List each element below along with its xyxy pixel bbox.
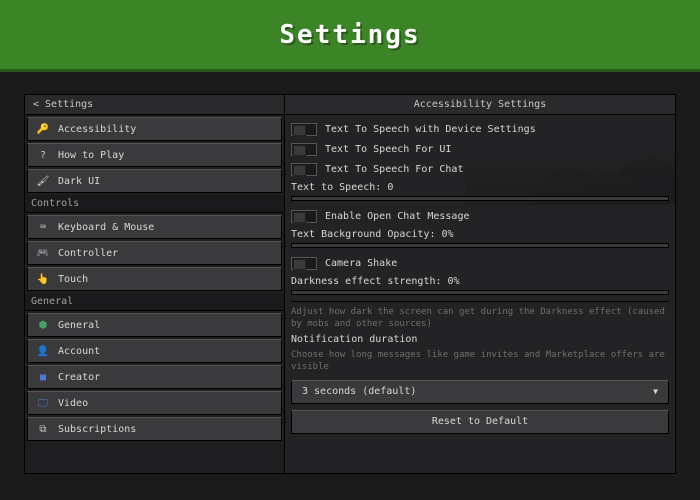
sidebar-item-label: Keyboard & Mouse bbox=[58, 222, 154, 233]
sidebar-item-touch[interactable]: 👆 Touch bbox=[27, 267, 282, 291]
darkness-slider[interactable] bbox=[291, 290, 669, 295]
panel-title: Accessibility Settings bbox=[285, 95, 675, 114]
sidebar-item-label: Creator bbox=[58, 372, 100, 383]
toggle-tts-chat[interactable] bbox=[291, 163, 317, 176]
settings-panel: < Settings Accessibility Settings 🔑 Acces… bbox=[24, 94, 676, 474]
app-header: Settings bbox=[0, 0, 700, 72]
sidebar-item-label: Touch bbox=[58, 274, 88, 285]
chevron-down-icon: ▼ bbox=[653, 387, 658, 396]
page-title: Settings bbox=[279, 20, 420, 50]
sidebar-item-label: Dark UI bbox=[58, 176, 100, 187]
sidebar-item-video[interactable]: 🖵 Video bbox=[27, 391, 282, 415]
notification-help-text: Choose how long messages like game invit… bbox=[291, 349, 669, 373]
account-icon: 👤 bbox=[36, 346, 50, 357]
sidebar-section-controls: Controls bbox=[25, 195, 284, 213]
darkness-help-text: Adjust how dark the screen can get durin… bbox=[291, 306, 669, 330]
sidebar-item-label: Controller bbox=[58, 248, 118, 259]
bg-opacity-label: Text Background Opacity: 0% bbox=[291, 229, 669, 240]
subs-icon: ⧉ bbox=[36, 424, 50, 435]
sidebar-section-general: General bbox=[25, 293, 284, 311]
toggle-tts-device[interactable] bbox=[291, 123, 317, 136]
settings-icon: ⬢ bbox=[36, 320, 50, 331]
reset-to-default-button[interactable]: Reset to Default bbox=[291, 410, 669, 434]
toggle-open-chat[interactable] bbox=[291, 210, 317, 223]
sidebar-item-how-to-play[interactable]: ? How to Play bbox=[27, 143, 282, 167]
touch-icon: 👆 bbox=[36, 274, 50, 285]
tts-speed-slider[interactable] bbox=[291, 196, 669, 201]
sidebar-item-account[interactable]: 👤 Account bbox=[27, 339, 282, 363]
toggle-tts-ui[interactable] bbox=[291, 143, 317, 156]
reset-label: Reset to Default bbox=[432, 416, 528, 427]
help-icon: ? bbox=[36, 150, 50, 161]
sidebar-item-creator[interactable]: ■ Creator bbox=[27, 365, 282, 389]
toggle-camera-shake-label: Camera Shake bbox=[325, 258, 397, 269]
toggle-tts-ui-label: Text To Speech For UI bbox=[325, 144, 451, 155]
divider bbox=[291, 301, 669, 302]
toggle-tts-device-label: Text To Speech with Device Settings bbox=[325, 124, 536, 135]
sidebar-item-label: Video bbox=[58, 398, 88, 409]
keyboard-icon: ⌨ bbox=[36, 222, 50, 233]
sidebar: 🔑 Accessibility? How to Play 🖌 Dark UI Contro… bbox=[25, 115, 285, 473]
sidebar-item-label: Subscriptions bbox=[58, 424, 136, 435]
content-area: Text To Speech with Device Settings Text … bbox=[285, 115, 675, 473]
breadcrumb-label: Settings bbox=[45, 99, 93, 110]
toggle-camera-shake[interactable] bbox=[291, 257, 317, 270]
tts-speed-label: Text to Speech: 0 bbox=[291, 182, 669, 193]
notification-title: Notification duration bbox=[291, 334, 669, 345]
sidebar-item-label: Accessibility bbox=[58, 124, 136, 135]
sidebar-item-dark-ui[interactable]: 🖌 Dark UI bbox=[27, 169, 282, 193]
controller-icon: 🎮 bbox=[36, 248, 50, 259]
back-button[interactable]: < Settings bbox=[25, 95, 285, 114]
dropdown-selected: 3 seconds (default) bbox=[302, 386, 416, 397]
sidebar-item-accessibility[interactable]: 🔑 Accessibility bbox=[27, 117, 282, 141]
sidebar-item-label: How to Play bbox=[58, 150, 124, 161]
creator-icon: ■ bbox=[36, 372, 50, 383]
sidebar-item-label: General bbox=[58, 320, 100, 331]
key-icon: 🔑 bbox=[36, 124, 50, 135]
toggle-open-chat-label: Enable Open Chat Message bbox=[325, 211, 470, 222]
sidebar-item-subscriptions[interactable]: ⧉ Subscriptions bbox=[27, 417, 282, 441]
darkness-label: Darkness effect strength: 0% bbox=[291, 276, 669, 287]
sidebar-item-label: Account bbox=[58, 346, 100, 357]
sidebar-item-general[interactable]: ⬢ General bbox=[27, 313, 282, 337]
sidebar-item-controller[interactable]: 🎮 Controller bbox=[27, 241, 282, 265]
breadcrumb-row: < Settings Accessibility Settings bbox=[25, 95, 675, 115]
brush-icon: 🖌 bbox=[36, 176, 50, 187]
chevron-left-icon: < bbox=[33, 99, 39, 110]
sidebar-item-keyboard-mouse[interactable]: ⌨ Keyboard & Mouse bbox=[27, 215, 282, 239]
notification-duration-dropdown[interactable]: 3 seconds (default) ▼ bbox=[291, 380, 669, 404]
video-icon: 🖵 bbox=[36, 398, 50, 409]
toggle-tts-chat-label: Text To Speech For Chat bbox=[325, 164, 463, 175]
bg-opacity-slider[interactable] bbox=[291, 243, 669, 248]
